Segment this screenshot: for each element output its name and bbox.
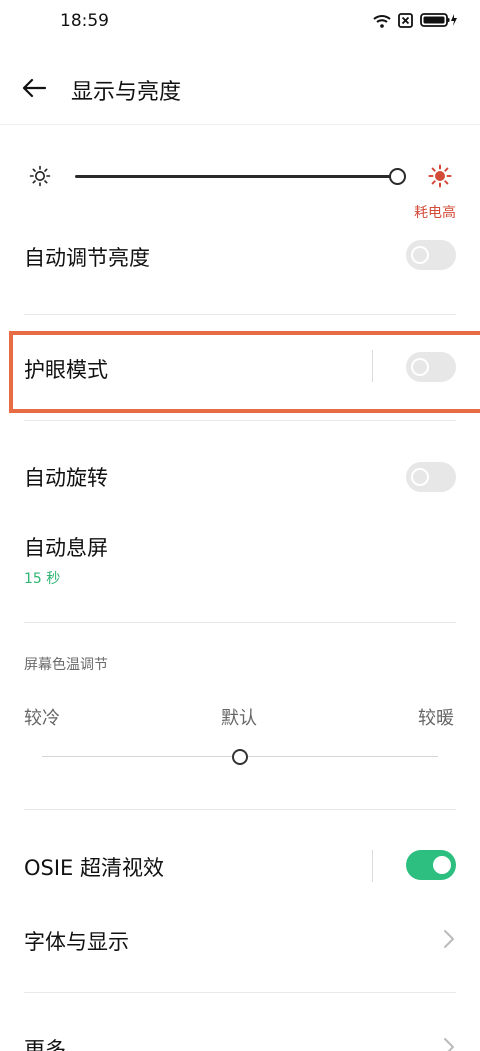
divider [24,314,456,315]
eye-comfort-row[interactable]: 护眼模式 [0,344,480,394]
back-button[interactable] [18,74,50,106]
brightness-control: 耗电高 [0,150,480,221]
divider [24,992,456,993]
brightness-low-icon [28,164,52,192]
chevron-right-icon [442,928,456,950]
screen-timeout-label: 自动息屏 [24,536,108,560]
screen-timeout-row[interactable]: 自动息屏 15 秒 [0,528,480,592]
divider [24,809,456,810]
divider [24,622,456,623]
font-display-row[interactable]: 字体与显示 [0,916,480,966]
color-temp-default-label: 默认 [221,708,257,729]
sim-blocked-icon [398,12,413,32]
eye-comfort-toggle[interactable] [406,352,456,382]
auto-rotate-toggle[interactable] [406,462,456,492]
osie-label: OSIE 超清视效 [24,856,164,880]
color-temp-warm-label: 较暖 [418,708,454,729]
color-temp-slider-thumb[interactable] [232,749,248,765]
wifi-icon [373,13,391,32]
font-display-label: 字体与显示 [24,930,129,954]
auto-brightness-row[interactable]: 自动调节亮度 [0,232,480,282]
vertical-separator [372,350,373,382]
color-temp-section-title: 屏幕色温调节 [24,657,108,673]
brightness-slider-thumb[interactable] [389,168,406,185]
brightness-slider-track[interactable] [75,175,397,178]
auto-rotate-label: 自动旋转 [24,466,108,490]
page-title: 显示与亮度 [71,80,182,105]
status-time: 18:59 [60,11,109,31]
color-temp-cold-label: 较冷 [24,708,60,729]
header-divider [0,124,480,125]
vertical-separator [372,850,373,882]
battery-charging-icon [420,12,458,32]
status-bar: 18:59 [0,0,480,44]
status-icons [373,12,458,32]
more-label: 更多 [24,1038,66,1051]
arrow-left-icon [21,78,47,102]
more-row[interactable]: 更多 [0,1026,480,1051]
auto-rotate-row[interactable]: 自动旋转 [0,452,480,502]
auto-brightness-toggle[interactable] [406,240,456,270]
eye-comfort-label: 护眼模式 [24,358,108,382]
screen-timeout-value: 15 秒 [24,571,61,587]
header: 显示与亮度 [0,62,480,118]
osie-toggle[interactable] [406,850,456,880]
auto-brightness-label: 自动调节亮度 [24,246,150,270]
power-warning-text: 耗电高 [414,205,456,221]
brightness-high-icon [428,164,452,192]
divider [24,420,456,421]
osie-row[interactable]: OSIE 超清视效 [0,842,480,892]
chevron-right-icon [442,1036,456,1051]
